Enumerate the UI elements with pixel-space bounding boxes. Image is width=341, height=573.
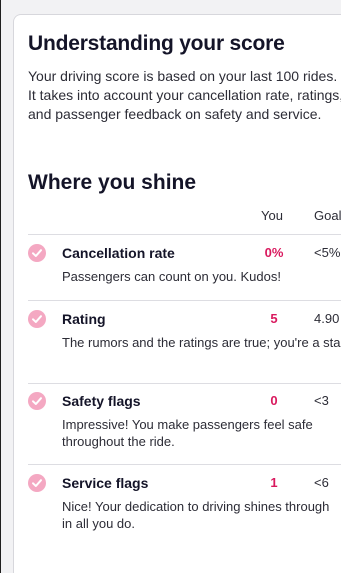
divider: [28, 234, 341, 235]
check-circle-icon: [28, 244, 46, 262]
metric-goal-value: <3: [314, 393, 329, 408]
metric-you-value: 0: [270, 393, 278, 408]
column-header-goal: Goal: [314, 208, 341, 223]
section-title-where-you-shine: Where you shine: [28, 171, 197, 194]
divider: [28, 383, 341, 384]
metric-note-line-2: in all you do.: [62, 516, 135, 531]
metric-goal-value: 4.90: [314, 311, 340, 326]
check-circle-icon: [28, 310, 46, 328]
metric-goal-value: <6: [314, 475, 329, 490]
metric-label: Service flags: [62, 475, 149, 491]
metric-label: Safety flags: [62, 393, 141, 409]
metric-note-line-1: Nice! Your dedication to driving shines …: [62, 499, 330, 514]
metric-you-value: 5: [270, 311, 278, 326]
check-circle-icon: [28, 474, 46, 492]
score-description: Your driving score is based on your last…: [28, 68, 341, 122]
metric-you-value: 0%: [264, 245, 284, 260]
divider: [28, 300, 341, 301]
metric-you-value: 1: [270, 475, 278, 490]
divider: [28, 464, 341, 465]
score-card: Understanding your score Your driving sc…: [13, 14, 341, 573]
metric-note: Nice! Your dedication to driving shines …: [62, 498, 329, 532]
check-circle-icon: [28, 392, 46, 410]
metric-goal-value: <5%: [314, 245, 341, 260]
metric-note: Passengers can count on you. Kudos!: [62, 269, 281, 284]
column-header-you: You: [261, 208, 283, 223]
app-frame: Understanding your score Your driving sc…: [0, 0, 341, 573]
metric-note: Impressive! You make passengers feel saf…: [62, 417, 313, 449]
metric-label: Cancellation rate: [62, 245, 175, 261]
metric-label: Rating: [62, 311, 106, 327]
page-title: Understanding your score: [28, 32, 285, 55]
metric-note: The rumors and the ratings are true; you…: [62, 335, 341, 350]
